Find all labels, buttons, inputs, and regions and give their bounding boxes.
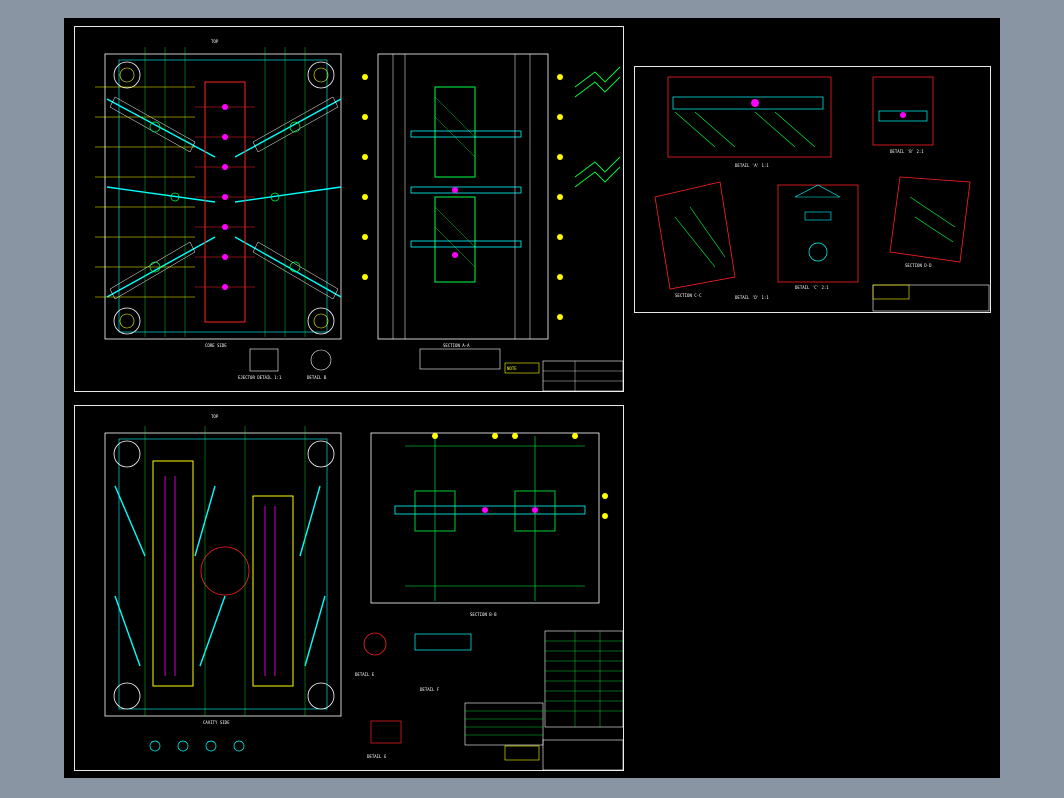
section-caption-b: SECTION B-B [470, 612, 497, 617]
core-sheet-drawing: TOP CORE SIDE SECTION A-A EJECTOR DETAIL… [95, 39, 624, 392]
detail-e-caption: DETAIL E [355, 672, 375, 677]
cad-viewport[interactable]: TOP CORE SIDE SECTION A-A EJECTOR DETAIL… [64, 18, 1000, 778]
detail-g-caption: DETAIL G [367, 754, 387, 759]
detail-a-caption: DETAIL 'A' 1:1 [735, 163, 769, 168]
plan-caption: CORE SIDE [205, 343, 227, 348]
detail-d-caption: DETAIL 'D' 1:1 [735, 295, 769, 300]
cavity-sheet-drawing: TOP CAVITY SIDE SECTION B-B DETAIL E DET… [104, 414, 624, 771]
detail-b-caption: DETAIL B [307, 375, 327, 380]
plan-title: TOP [211, 39, 219, 44]
ejector-detail-caption: EJECTOR DETAIL 1:1 [238, 375, 282, 380]
detail-c-caption: DETAIL 'C' 2:1 [795, 285, 829, 290]
section-c-caption: SECTION C-C [675, 293, 702, 298]
section-caption-a: SECTION A-A [443, 343, 470, 348]
detail-b-caption-sheet: DETAIL 'B' 2:1 [890, 149, 924, 154]
section-d-caption: SECTION D-D [905, 263, 932, 268]
drawing-sheet-core[interactable]: TOP CORE SIDE SECTION A-A EJECTOR DETAIL… [74, 26, 624, 392]
plan-caption-cavity: CAVITY SIDE [203, 720, 230, 725]
drawing-sheet-cavity[interactable]: TOP CAVITY SIDE SECTION B-B DETAIL E DET… [74, 405, 624, 771]
details-sheet-drawing: DETAIL 'A' 1:1 DETAIL 'B' 2:1 SECTION C-… [654, 76, 990, 312]
drawing-sheet-details[interactable]: DETAIL 'A' 1:1 DETAIL 'B' 2:1 SECTION C-… [634, 66, 991, 313]
plan-title-cavity: TOP [211, 414, 219, 419]
detail-f-caption: DETAIL F [420, 687, 440, 692]
note-label: NOTE [507, 366, 517, 371]
